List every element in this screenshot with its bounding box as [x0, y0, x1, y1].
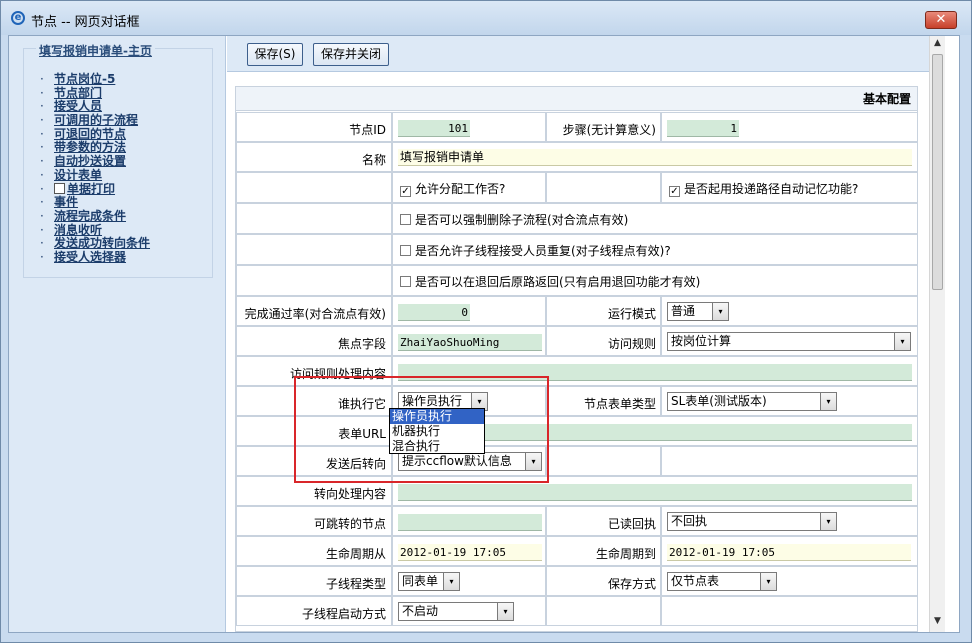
life-to-input[interactable]: 2012-01-19 17:05: [667, 544, 911, 561]
pass-rate-label: 完成通过率(对合流点有效): [244, 307, 386, 321]
subthread-type-label: 子线程类型: [325, 577, 386, 591]
row-cell: [546, 446, 661, 476]
subthread-start-label: 子线程启动方式: [301, 607, 386, 621]
life-to-label: 生命周期到: [595, 547, 656, 561]
turn-content-input[interactable]: [398, 484, 912, 501]
auto-remember-checkbox[interactable]: ✓ 是否起用投递路径自动记忆功能?: [669, 182, 858, 197]
nav-item-auto-cc[interactable]: · 自动抄送设置: [40, 154, 150, 169]
row-cell: [236, 265, 392, 296]
after-send-select[interactable]: 提示ccflow默认信息 ▾: [398, 452, 542, 471]
nav-item-events[interactable]: · 事件: [40, 195, 150, 210]
nav-group: 填写报销申请单-主页 · 节点岗位-5 · 节点部门 · 接受人员 · 可调用的子流程 …: [23, 42, 213, 278]
after-send-label: 发送后转向: [325, 457, 386, 471]
nav-item-receiver-selector[interactable]: · 接受人选择器: [40, 250, 150, 265]
executor-dropdown-list[interactable]: 操作员执行 机器执行 混合执行: [389, 408, 485, 454]
close-button[interactable]: ✕: [925, 11, 957, 29]
toolbar: 保存(S) 保存并关闭: [227, 36, 945, 72]
read-receipt-label: 已读回执: [607, 517, 656, 531]
nav-item-complete-cond[interactable]: · 流程完成条件: [40, 209, 150, 224]
ie-icon: e: [11, 11, 25, 25]
focus-field-label: 焦点字段: [337, 337, 386, 351]
left-nav: 填写报销申请单-主页 · 节点岗位-5 · 节点部门 · 接受人员 · 可调用的子流程 …: [9, 36, 226, 632]
return-back-checkbox[interactable]: 是否可以在退回后原路返回(只有启用退回功能才有效): [400, 275, 700, 289]
nav-list: · 节点岗位-5 · 节点部门 · 接受人员 · 可调用的子流程 · 可退回的节点 · 带参…: [40, 72, 150, 265]
save-mode-label: 保存方式: [607, 577, 656, 591]
subthread-start-select[interactable]: 不启动 ▾: [398, 602, 514, 621]
force-delete-checkbox[interactable]: 是否可以强制删除子流程(对合流点有效): [400, 213, 628, 227]
jump-node-label: 可跳转的节点: [313, 517, 386, 531]
document-icon: [54, 182, 65, 194]
scroll-up-icon[interactable]: ▲: [932, 38, 943, 50]
checkbox-checked-icon[interactable]: ✓: [669, 186, 680, 197]
life-from-input[interactable]: 2012-01-19 17:05: [398, 544, 542, 561]
row-cell: [546, 172, 661, 203]
jump-node-input[interactable]: [398, 514, 542, 531]
life-from-label: 生命周期从: [325, 547, 386, 561]
nav-item-receivers[interactable]: · 接受人员: [40, 100, 150, 114]
repeat-receiver-checkbox[interactable]: 是否允许子线程接受人员重复(对子线程点有效)?: [400, 244, 671, 258]
name-label: 名称: [361, 153, 386, 167]
nav-item-subflows[interactable]: · 可调用的子流程: [40, 113, 150, 128]
row-cell: [661, 596, 917, 626]
step-field[interactable]: 1: [667, 120, 739, 137]
pass-rate-field[interactable]: 0: [398, 304, 470, 321]
row-cell: [661, 446, 917, 476]
step-label: 步骤(无计算意义): [562, 123, 656, 137]
window-title: 节点 -- 网页对话框: [31, 15, 140, 30]
chevron-down-icon[interactable]: ▾: [820, 513, 836, 530]
executor-option[interactable]: 混合执行: [390, 439, 484, 454]
turn-content-label: 转向处理内容: [313, 487, 386, 501]
executor-option[interactable]: 机器执行: [390, 424, 484, 439]
nav-title[interactable]: 填写报销申请单-主页: [36, 42, 155, 59]
subthread-type-select[interactable]: 同表单 ▾: [398, 572, 460, 591]
title-bar: e 节点 -- 网页对话框 ✕: [1, 1, 971, 35]
chevron-down-icon[interactable]: ▾: [525, 453, 541, 470]
main-content: 保存(S) 保存并关闭 基本配置 节点ID 101 步骤(无计算意义) 1 名称…: [227, 36, 945, 632]
executor-label: 谁执行它: [337, 397, 386, 411]
nav-item-design-form[interactable]: · 设计表单: [40, 168, 150, 183]
name-input[interactable]: 填写报销申请单: [398, 149, 912, 166]
access-rule-label: 访问规则: [607, 337, 656, 351]
chevron-down-icon[interactable]: ▾: [443, 573, 459, 590]
run-mode-label: 运行模式: [607, 307, 656, 321]
chevron-down-icon[interactable]: ▾: [820, 393, 836, 410]
access-rule-content-input[interactable]: [398, 364, 912, 381]
dialog-client: 填写报销申请单-主页 · 节点岗位-5 · 节点部门 · 接受人员 · 可调用的子流程 …: [8, 35, 960, 633]
config-form: 基本配置 节点ID 101 步骤(无计算意义) 1 名称 填写报销申请单 ✓ 允许…: [235, 86, 918, 632]
dialog-window: e 节点 -- 网页对话框 ✕ 填写报销申请单-主页 · 节点岗位-5 · 节点部门…: [0, 0, 972, 643]
row-cell: [236, 172, 392, 203]
nav-item-node-post[interactable]: · 节点岗位-5: [40, 72, 150, 87]
nav-item-send-turn-cond[interactable]: · 发送成功转向条件: [40, 236, 150, 251]
checkbox-checked-icon[interactable]: ✓: [400, 186, 411, 197]
save-close-button[interactable]: 保存并关闭: [313, 43, 389, 66]
node-id-label: 节点ID: [349, 123, 386, 137]
row-cell: [236, 234, 392, 265]
save-mode-select[interactable]: 仅节点表 ▾: [667, 572, 777, 591]
form-type-label: 节点表单类型: [583, 397, 656, 411]
run-mode-select[interactable]: 普通 ▾: [667, 302, 729, 321]
row-cell: [236, 203, 392, 234]
chevron-down-icon[interactable]: ▾: [497, 603, 513, 620]
read-receipt-select[interactable]: 不回执 ▾: [667, 512, 837, 531]
executor-option[interactable]: 操作员执行: [390, 409, 484, 424]
node-id-field[interactable]: 101: [398, 120, 470, 137]
allow-assign-checkbox[interactable]: ✓ 允许分配工作否?: [400, 182, 505, 197]
vertical-scrollbar[interactable]: ▲ ▼: [929, 36, 945, 632]
scroll-thumb[interactable]: [932, 54, 943, 290]
chevron-down-icon[interactable]: ▾: [760, 573, 776, 590]
scroll-down-icon[interactable]: ▼: [932, 616, 943, 628]
focus-field-input[interactable]: ZhaiYaoShuoMing: [398, 334, 542, 351]
save-button[interactable]: 保存(S): [247, 43, 303, 66]
form-type-select[interactable]: SL表单(测试版本) ▾: [667, 392, 837, 411]
row-cell: [546, 596, 661, 626]
chevron-down-icon[interactable]: ▾: [712, 303, 728, 320]
access-rule-content-label: 访问规则处理内容: [289, 367, 386, 381]
section-title: 基本配置: [236, 87, 917, 111]
access-rule-select[interactable]: 按岗位计算 ▾: [667, 332, 911, 351]
form-url-label: 表单URL: [338, 427, 386, 441]
chevron-down-icon[interactable]: ▾: [894, 333, 910, 350]
